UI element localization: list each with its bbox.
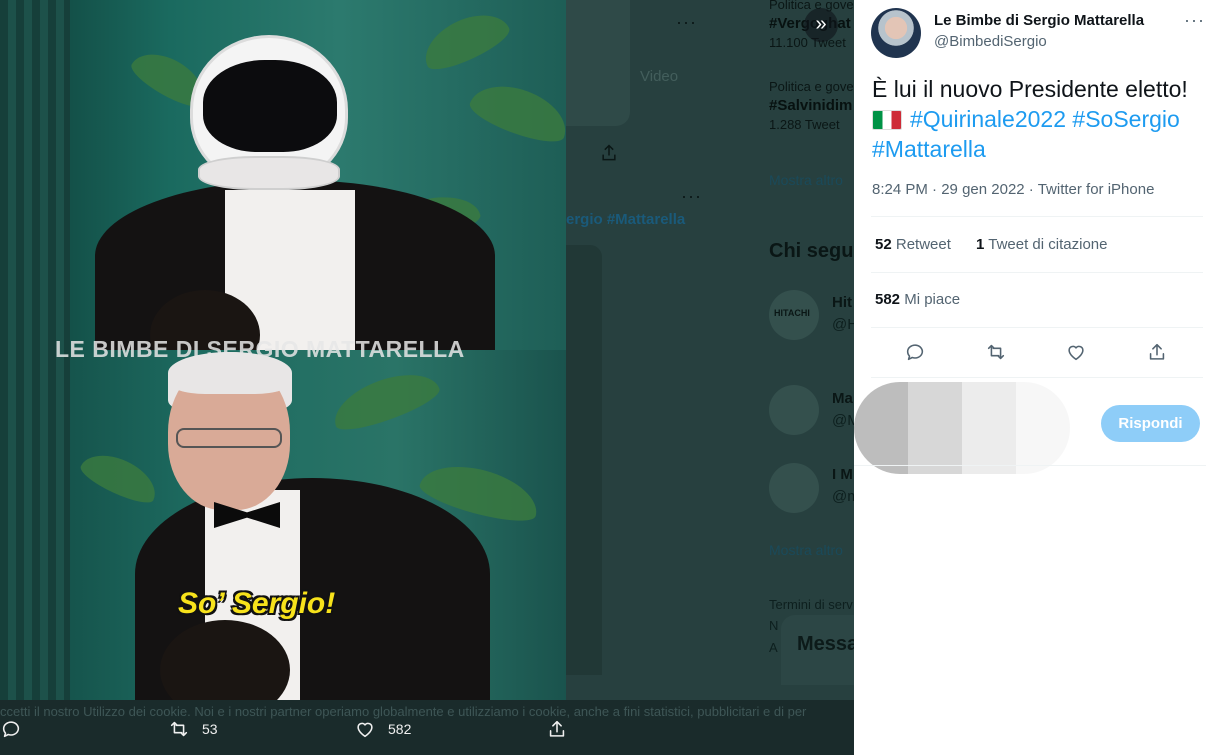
tweet-text: È lui il nuovo Presidente eletto! #Quiri… bbox=[872, 74, 1204, 164]
divider bbox=[871, 377, 1203, 378]
reply-button[interactable] bbox=[904, 341, 928, 365]
media-caption: So’ Sergio! bbox=[178, 587, 336, 620]
likes-stat[interactable]: 582 Mi piace bbox=[875, 291, 960, 308]
share-icon bbox=[599, 143, 619, 163]
avatar: HITACHI bbox=[769, 290, 819, 340]
media-watermark: LE BIMBE DI SERGIO MATTARELLA bbox=[55, 336, 465, 362]
tweet-date[interactable]: 29 gen 2022 bbox=[941, 181, 1024, 198]
terms-link: Termini di serv bbox=[769, 597, 853, 612]
astronaut-helmet bbox=[190, 35, 348, 190]
retweets-stat[interactable]: 52 Retweet bbox=[875, 236, 951, 253]
heart-icon bbox=[1068, 345, 1084, 361]
reply-icon bbox=[906, 344, 924, 361]
media-frame-top bbox=[0, 0, 566, 350]
share-icon bbox=[1149, 343, 1165, 360]
tweet-media[interactable]: LE BIMBE DI SERGIO MATTARELLA So’ Sergio… bbox=[0, 0, 566, 700]
retweet-button[interactable] bbox=[985, 341, 1009, 365]
more-icon: ··· bbox=[1184, 10, 1205, 30]
account-handle: @H bbox=[832, 316, 854, 333]
avatar[interactable] bbox=[871, 8, 921, 58]
divider bbox=[871, 216, 1203, 217]
avatar bbox=[769, 463, 819, 513]
reply-button[interactable] bbox=[0, 718, 22, 740]
hashtag-link[interactable]: #Quirinale2022 bbox=[910, 106, 1066, 132]
account-name: I M bbox=[832, 466, 853, 483]
like-count: 582 bbox=[388, 721, 412, 737]
retweet-count: 53 bbox=[202, 721, 218, 737]
account-handle: @m bbox=[832, 488, 854, 505]
tweet-time[interactable]: 8:24 PM bbox=[872, 181, 928, 198]
show-more-link: Mostra altro bbox=[769, 172, 843, 188]
account-name: Hit bbox=[832, 294, 852, 311]
like-button[interactable] bbox=[1065, 341, 1089, 365]
divider bbox=[854, 465, 1206, 466]
hashtag-link[interactable]: #SoSergio bbox=[1072, 106, 1179, 132]
quote-tweets-stat[interactable]: 1 Tweet di citazione bbox=[976, 236, 1107, 253]
retweet-icon bbox=[170, 721, 188, 737]
account-handle: @M bbox=[832, 412, 854, 429]
like-button[interactable]: 582 bbox=[354, 718, 411, 740]
share-button[interactable] bbox=[1146, 341, 1170, 365]
tweet-text-main: È lui il nuovo Presidente eletto! bbox=[872, 76, 1188, 102]
double-chevron-icon: » bbox=[815, 13, 827, 35]
background-card bbox=[566, 0, 630, 126]
footer-link: A bbox=[769, 640, 778, 655]
messages-drawer: Messa bbox=[781, 615, 854, 685]
tab-video: Video bbox=[640, 68, 679, 85]
heart-icon bbox=[357, 722, 373, 738]
more-icon: ··· bbox=[681, 186, 702, 206]
share-button[interactable] bbox=[546, 718, 568, 740]
author-handle[interactable]: @BimbediSergio bbox=[934, 33, 1047, 50]
trend-item: Politica e gove #Salvinidim 1.288 Tweet bbox=[769, 79, 854, 132]
tweet-detail-panel: Le Bimbe di Sergio Mattarella @BimbediSe… bbox=[854, 0, 1206, 755]
who-to-follow-heading: Chi segu bbox=[769, 240, 854, 262]
pixelated-avatar bbox=[854, 382, 1070, 474]
cookie-notice: ccetti il nostro Utilizzo dei cookie. No… bbox=[0, 704, 807, 719]
hashtag-fragment: ergio #Mattarella bbox=[566, 211, 686, 228]
retweet-icon bbox=[987, 344, 1005, 360]
collapse-panel-button[interactable]: » bbox=[804, 8, 838, 42]
more-options-button[interactable]: ··· bbox=[1184, 10, 1205, 31]
reply-submit-button[interactable]: Rispondi bbox=[1101, 405, 1200, 442]
reply-icon bbox=[2, 721, 20, 738]
background-panel bbox=[566, 245, 602, 675]
background-page: Video ··· ··· ergio #Mattarella Politica… bbox=[566, 0, 854, 700]
share-icon bbox=[549, 720, 565, 737]
divider bbox=[871, 327, 1203, 328]
show-more-link: Mostra altro bbox=[769, 542, 843, 558]
more-icon: ··· bbox=[676, 12, 697, 32]
retweet-button[interactable]: 53 bbox=[168, 718, 218, 740]
divider bbox=[871, 272, 1203, 273]
italy-flag-icon bbox=[872, 110, 902, 130]
account-name: Ma bbox=[832, 390, 853, 407]
avatar bbox=[769, 385, 819, 435]
author-name[interactable]: Le Bimbe di Sergio Mattarella bbox=[934, 12, 1144, 29]
media-action-bar: ccetti il nostro Utilizzo dei cookie. No… bbox=[0, 700, 854, 755]
footer-link: N bbox=[769, 618, 779, 633]
hashtag-link[interactable]: #Mattarella bbox=[872, 136, 986, 162]
tweet-metadata: 8:24 PM · 29 gen 2022 · Twitter for iPho… bbox=[872, 181, 1155, 198]
tweet-source[interactable]: Twitter for iPhone bbox=[1038, 181, 1155, 198]
